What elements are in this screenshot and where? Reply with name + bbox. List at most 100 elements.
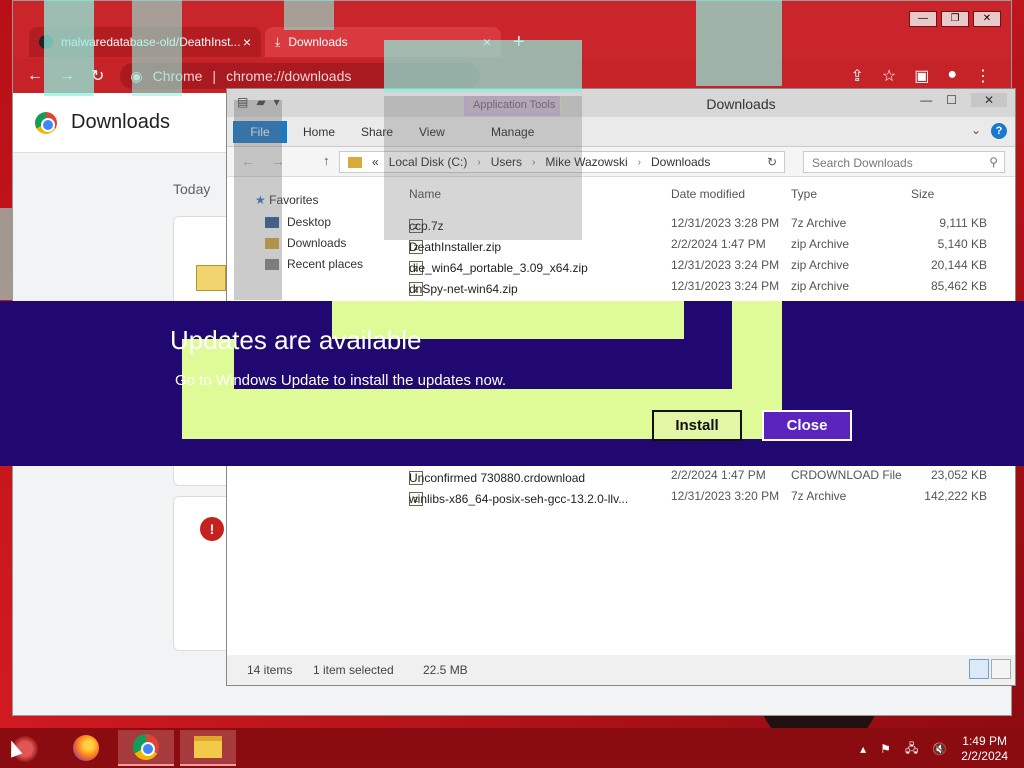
chrome-window-controls: — ❐ ✕	[909, 11, 1001, 27]
page-title: Downloads	[71, 111, 170, 133]
file-date: 12/31/2023 3:24 PM	[671, 279, 780, 293]
section-today: Today	[173, 181, 211, 197]
clock[interactable]: 1:49 PM 2/2/2024	[961, 734, 1008, 764]
update-notification-banner: Updates are available Go to Windows Upda…	[0, 301, 1024, 466]
column-size[interactable]: Size	[911, 187, 934, 201]
file-type: CRDOWNLOAD File	[791, 468, 902, 482]
zip-file-icon	[196, 265, 226, 291]
volume-mute-icon[interactable]: 🔇	[932, 742, 947, 756]
back-arrow-icon[interactable]: ←	[27, 67, 43, 85]
file-name: dnSpy-net-win64.zip	[409, 282, 518, 296]
star-icon[interactable]: ☆	[882, 66, 896, 86]
glitch-block	[732, 339, 782, 389]
up-arrow-icon[interactable]: ↑	[323, 153, 330, 168]
explorer-titlebar: ▤ ▰ ▾ Application Tools Downloads — ☐ ✕	[227, 89, 1015, 117]
clock-date: 2/2/2024	[961, 749, 1008, 763]
search-input[interactable]: Search Downloads ⚲	[803, 151, 1005, 173]
file-size: 9,111 KB	[939, 216, 987, 230]
breadcrumb-overflow[interactable]: «	[372, 155, 379, 169]
minimize-button[interactable]: —	[909, 11, 937, 27]
file-name: Unconfirmed 730880.crdownload	[409, 471, 586, 485]
profile-icon[interactable]: ●	[947, 66, 957, 86]
breadcrumb-item[interactable]: Downloads	[651, 155, 710, 169]
sidepanel-icon[interactable]: ▣	[914, 66, 929, 86]
glitch-block	[384, 40, 582, 92]
taskbar-file-explorer[interactable]	[180, 730, 236, 766]
toolbar-right: ⇪ ☆ ▣ ● ⋮	[850, 66, 1011, 86]
glitch-block	[284, 0, 334, 30]
file-name: die_win64_portable_3.09_x64.zip	[409, 261, 588, 275]
column-type[interactable]: Type	[791, 187, 817, 201]
column-date-modified[interactable]: Date modified	[671, 187, 745, 201]
tab-label: Downloads	[288, 35, 348, 49]
window-title: Downloads	[706, 96, 776, 112]
file-type: 7z Archive	[791, 216, 847, 230]
table-row[interactable]: Unconfirmed 730880.crdownload 2/2/2024 1…	[409, 465, 1017, 485]
minimize-button[interactable]: —	[920, 93, 932, 107]
file-size: 20,144 KB	[930, 258, 987, 272]
item-count: 14 items	[247, 663, 293, 677]
chevron-up-icon[interactable]: ▴	[860, 742, 866, 756]
glitch-block	[132, 0, 182, 96]
system-tray: ▴ ⚑ 🖧 🔇 1:49 PM 2/2/2024	[860, 734, 1008, 764]
share-icon[interactable]: ⇪	[850, 66, 863, 86]
menu-icon[interactable]: ⋮	[975, 66, 991, 86]
file-date: 12/31/2023 3:20 PM	[671, 489, 780, 503]
file-size: 142,222 KB	[924, 489, 987, 503]
table-row[interactable]: z dnSpy-net-win64.zip 12/31/2023 3:24 PM …	[409, 276, 1017, 296]
help-icon[interactable]: ?	[991, 123, 1007, 139]
error-icon: !	[200, 517, 224, 541]
refresh-icon[interactable]: ↻	[767, 155, 777, 169]
sidebar-item-label: Desktop	[287, 215, 332, 229]
file-date: 2/2/2024 1:47 PM	[671, 237, 766, 251]
download-icon: ⤓	[275, 34, 281, 49]
tab-home[interactable]: Home	[303, 125, 335, 139]
search-placeholder: Search Downloads	[812, 156, 913, 170]
search-icon: ⚲	[989, 155, 998, 169]
status-bar: 14 items 1 item selected 22.5 MB	[227, 655, 1015, 685]
sidebar-item-label: Recent places	[287, 257, 364, 271]
file-size: 5,140 KB	[937, 237, 987, 251]
glitch-block	[684, 301, 732, 339]
banner-message: Go to Windows Update to install the upda…	[175, 372, 507, 389]
tab-close-icon[interactable]: ×	[243, 34, 251, 50]
download-card[interactable]: !	[173, 496, 233, 651]
install-button[interactable]: Install	[652, 410, 742, 441]
file-name: winlibs-x86_64-posix-seh-gcc-13.2.0-llv.…	[409, 492, 629, 506]
file-type: zip Archive	[791, 258, 850, 272]
selected-size: 22.5 MB	[423, 663, 468, 677]
chrome-logo-icon	[35, 111, 57, 134]
taskbar-firefox[interactable]	[58, 730, 114, 766]
file-type: zip Archive	[791, 279, 850, 293]
omnibox-separator: |	[212, 68, 217, 84]
details-view-icon[interactable]	[969, 659, 989, 679]
network-icon[interactable]: 🖧	[905, 739, 918, 760]
file-type: zip Archive	[791, 237, 850, 251]
explorer-window-controls: — ☐ ✕	[920, 93, 1007, 107]
glitch-block	[464, 96, 560, 116]
flag-icon[interactable]: ⚑	[880, 742, 891, 756]
navigation-bar: ← → ↑ « Local Disk (C:) › Users › Mike W…	[227, 147, 1015, 177]
close-window-button[interactable]: ✕	[971, 93, 1007, 107]
close-button[interactable]: Close	[762, 410, 852, 441]
maximize-button[interactable]: ☐	[946, 93, 957, 107]
folder-icon	[348, 156, 362, 168]
taskbar: ▴ ⚑ 🖧 🔇 1:49 PM 2/2/2024	[0, 728, 1024, 768]
large-icons-view-icon[interactable]	[991, 659, 1011, 679]
firefox-icon	[73, 735, 99, 761]
file-explorer-icon	[194, 736, 222, 758]
table-row[interactable]: z winlibs-x86_64-posix-seh-gcc-13.2.0-llv…	[409, 486, 1017, 506]
file-type: 7z Archive	[791, 489, 847, 503]
clock-time: 1:49 PM	[962, 734, 1007, 748]
file-date: 2/2/2024 1:47 PM	[671, 468, 766, 482]
glitch-block	[696, 0, 782, 86]
maximize-button[interactable]: ❐	[941, 11, 969, 27]
close-window-button[interactable]: ✕	[973, 11, 1001, 27]
chevron-down-icon[interactable]: ⌄	[971, 123, 981, 137]
ribbon: File Home Share View Manage ⌄ ?	[227, 117, 1015, 147]
table-row[interactable]: z die_win64_portable_3.09_x64.zip 12/31/2…	[409, 255, 1017, 275]
selected-count: 1 item selected	[313, 663, 394, 677]
banner-title: Updates are available	[170, 325, 422, 355]
taskbar-chrome[interactable]	[118, 730, 174, 766]
file-size: 85,462 KB	[930, 279, 987, 293]
